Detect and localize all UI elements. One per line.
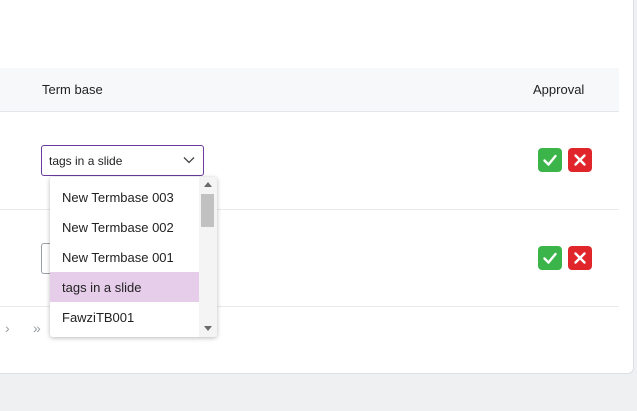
table-header: Term base Approval [0,68,619,112]
scrollbar-thumb[interactable] [201,194,214,227]
close-icon [574,252,586,264]
term-base-select-value: tags in a slide [49,154,123,168]
reject-button[interactable] [568,148,592,172]
dropdown-option[interactable]: FawziTB001 [50,302,199,332]
reject-button[interactable] [568,246,592,270]
check-icon [543,154,557,166]
column-header-term-base: Term base [42,82,103,97]
approve-button[interactable] [538,246,562,270]
dropdown-option-selected[interactable]: tags in a slide [50,272,199,302]
scroll-down-icon[interactable] [204,326,212,331]
dropdown-scrollbar[interactable] [199,177,217,337]
term-base-panel: Term base Approval tags in a slide › » N… [0,0,634,374]
dropdown-option[interactable]: New Termbase 003 [50,182,199,212]
close-icon [574,154,586,166]
column-header-approval: Approval [533,82,585,97]
approve-button[interactable] [538,148,562,172]
term-base-select[interactable]: tags in a slide [41,145,204,176]
pager-last-button[interactable]: » [33,320,41,336]
term-base-dropdown-list[interactable]: New Termbase 003 New Termbase 002 New Te… [50,177,217,337]
scroll-up-icon[interactable] [204,182,212,187]
pager-next-button[interactable]: › [5,320,10,336]
check-icon [543,252,557,264]
dropdown-option[interactable]: New Termbase 002 [50,212,199,242]
chevron-down-icon [183,157,195,164]
dropdown-option[interactable]: New Termbase 001 [50,242,199,272]
